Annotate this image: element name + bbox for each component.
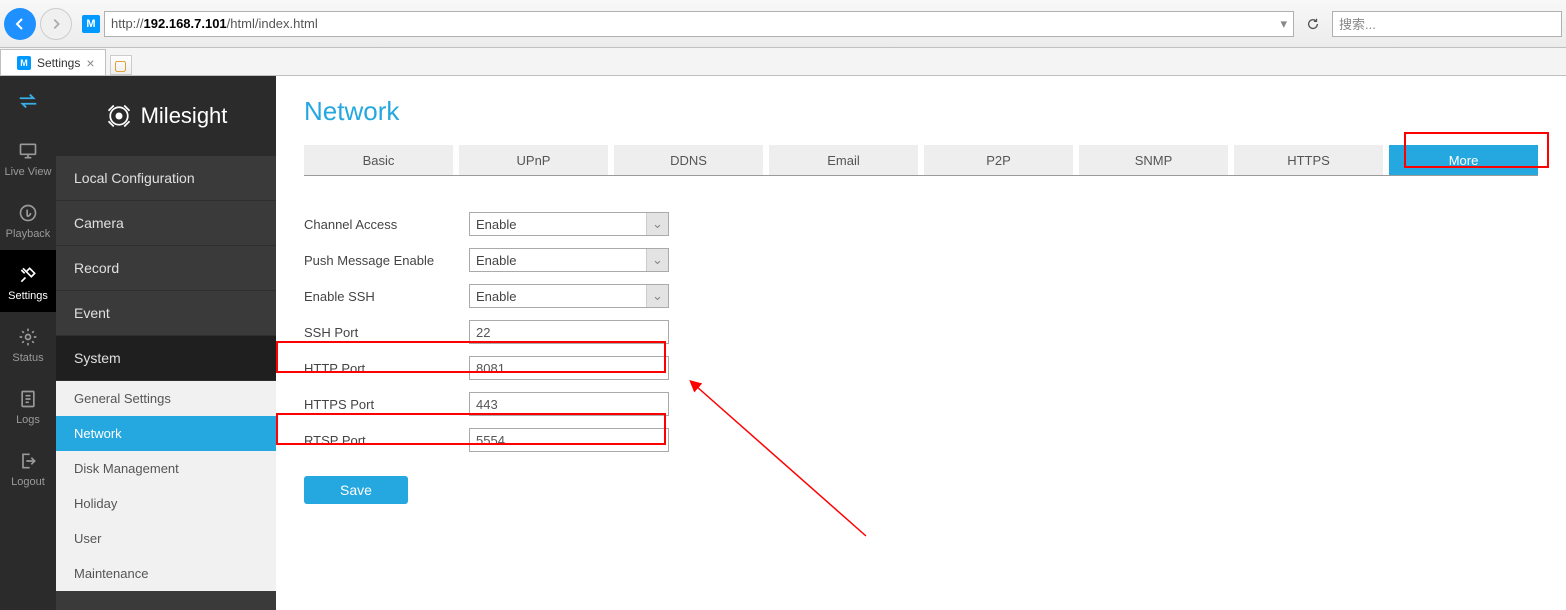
tab-ddns[interactable]: DDNS: [614, 145, 763, 175]
sub-general-settings[interactable]: General Settings: [56, 381, 276, 416]
row-https-port: HTTPS Port: [304, 386, 1538, 422]
menu-system[interactable]: System: [56, 336, 276, 381]
rail-label: Logout: [11, 476, 45, 488]
tab-https[interactable]: HTTPS: [1234, 145, 1383, 175]
menu-camera[interactable]: Camera: [56, 201, 276, 246]
label-enable-ssh: Enable SSH: [304, 289, 469, 304]
sub-holiday[interactable]: Holiday: [56, 486, 276, 521]
save-button[interactable]: Save: [304, 476, 408, 504]
tabs-row: Basic UPnP DDNS Email P2P SNMP HTTPS Mor…: [304, 145, 1538, 176]
rail-item-logs[interactable]: Logs: [0, 374, 56, 436]
sub-maintenance[interactable]: Maintenance: [56, 556, 276, 591]
tab-snmp[interactable]: SNMP: [1079, 145, 1228, 175]
url-path: /html/index.html: [227, 16, 318, 31]
chevron-down-icon: ⌄: [646, 285, 668, 307]
input-ssh-port[interactable]: [469, 320, 669, 344]
label-ssh-port: SSH Port: [304, 325, 469, 340]
new-tab-button[interactable]: ▢: [110, 55, 132, 75]
back-button[interactable]: [4, 8, 36, 40]
sidebar-menu: Milesight Local Configuration Camera Rec…: [56, 76, 276, 610]
status-icon: [17, 326, 39, 348]
content-area: Network Basic UPnP DDNS Email P2P SNMP H…: [276, 76, 1566, 610]
row-http-port: HTTP Port: [304, 350, 1538, 386]
sub-network[interactable]: Network: [56, 416, 276, 451]
rail-item-status[interactable]: Status: [0, 312, 56, 374]
url-scheme: http://: [111, 16, 144, 31]
tools-icon: [17, 264, 39, 286]
tab-favicon: M: [17, 56, 31, 70]
row-ssh-port: SSH Port: [304, 314, 1538, 350]
label-channel-access: Channel Access: [304, 217, 469, 232]
rail-item-swap[interactable]: [0, 76, 56, 126]
site-favicon: M: [82, 15, 100, 33]
rail-label: Status: [12, 352, 43, 364]
tab-email[interactable]: Email: [769, 145, 918, 175]
rail-label: Live View: [5, 166, 52, 178]
refresh-button[interactable]: [1298, 17, 1328, 31]
swap-icon: [17, 90, 39, 112]
logs-icon: [17, 388, 39, 410]
page-title: Network: [304, 96, 1538, 127]
tab-title: Settings: [37, 56, 80, 70]
sub-user[interactable]: User: [56, 521, 276, 556]
label-rtsp-port: RTSP Port: [304, 433, 469, 448]
browser-toolbar: M http://192.168.7.101/html/index.html ▾…: [0, 0, 1566, 48]
search-bar[interactable]: 搜索...: [1332, 11, 1562, 37]
label-push-message: Push Message Enable: [304, 253, 469, 268]
rail-item-logout[interactable]: Logout: [0, 436, 56, 498]
close-tab-icon[interactable]: ×: [86, 56, 94, 70]
browser-tab-strip: M Settings × ▢: [0, 48, 1566, 76]
row-rtsp-port: RTSP Port: [304, 422, 1538, 458]
chevron-down-icon: ⌄: [646, 249, 668, 271]
select-channel-access[interactable]: Enable⌄: [469, 212, 669, 236]
sub-disk-management[interactable]: Disk Management: [56, 451, 276, 486]
rail-label: Playback: [6, 228, 51, 240]
select-push-message[interactable]: Enable⌄: [469, 248, 669, 272]
monitor-icon: [17, 140, 39, 162]
tab-upnp[interactable]: UPnP: [459, 145, 608, 175]
row-push-message: Push Message Enable Enable⌄: [304, 242, 1538, 278]
rail-item-settings[interactable]: Settings: [0, 250, 56, 312]
input-https-port[interactable]: [469, 392, 669, 416]
input-http-port[interactable]: [469, 356, 669, 380]
tab-p2p[interactable]: P2P: [924, 145, 1073, 175]
playback-icon: [17, 202, 39, 224]
forward-button[interactable]: [40, 8, 72, 40]
brand-name: Milesight: [141, 103, 228, 129]
menu-local-config[interactable]: Local Configuration: [56, 156, 276, 201]
rail-item-liveview[interactable]: Live View: [0, 126, 56, 188]
search-placeholder: 搜索...: [1339, 14, 1376, 33]
select-enable-ssh[interactable]: Enable⌄: [469, 284, 669, 308]
input-rtsp-port[interactable]: [469, 428, 669, 452]
browser-tab-settings[interactable]: M Settings ×: [0, 49, 106, 75]
nav-rail: Live View Playback Settings Status Logs …: [0, 76, 56, 610]
menu-record[interactable]: Record: [56, 246, 276, 291]
brand-logo: Milesight: [56, 76, 276, 156]
tab-basic[interactable]: Basic: [304, 145, 453, 175]
address-bar[interactable]: http://192.168.7.101/html/index.html ▾: [104, 11, 1294, 37]
row-enable-ssh: Enable SSH Enable⌄: [304, 278, 1538, 314]
chevron-down-icon: ⌄: [646, 213, 668, 235]
row-channel-access: Channel Access Enable⌄: [304, 206, 1538, 242]
label-http-port: HTTP Port: [304, 361, 469, 376]
submenu-system: General Settings Network Disk Management…: [56, 381, 276, 591]
logout-icon: [17, 450, 39, 472]
rail-item-playback[interactable]: Playback: [0, 188, 56, 250]
dropdown-icon[interactable]: ▾: [1280, 16, 1287, 32]
menu-event[interactable]: Event: [56, 291, 276, 336]
network-more-form: Channel Access Enable⌄ Push Message Enab…: [304, 206, 1538, 504]
label-https-port: HTTPS Port: [304, 397, 469, 412]
tab-more[interactable]: More: [1389, 145, 1538, 175]
url-host: 192.168.7.101: [144, 16, 227, 31]
rail-label: Settings: [8, 290, 48, 302]
rail-label: Logs: [16, 414, 40, 426]
